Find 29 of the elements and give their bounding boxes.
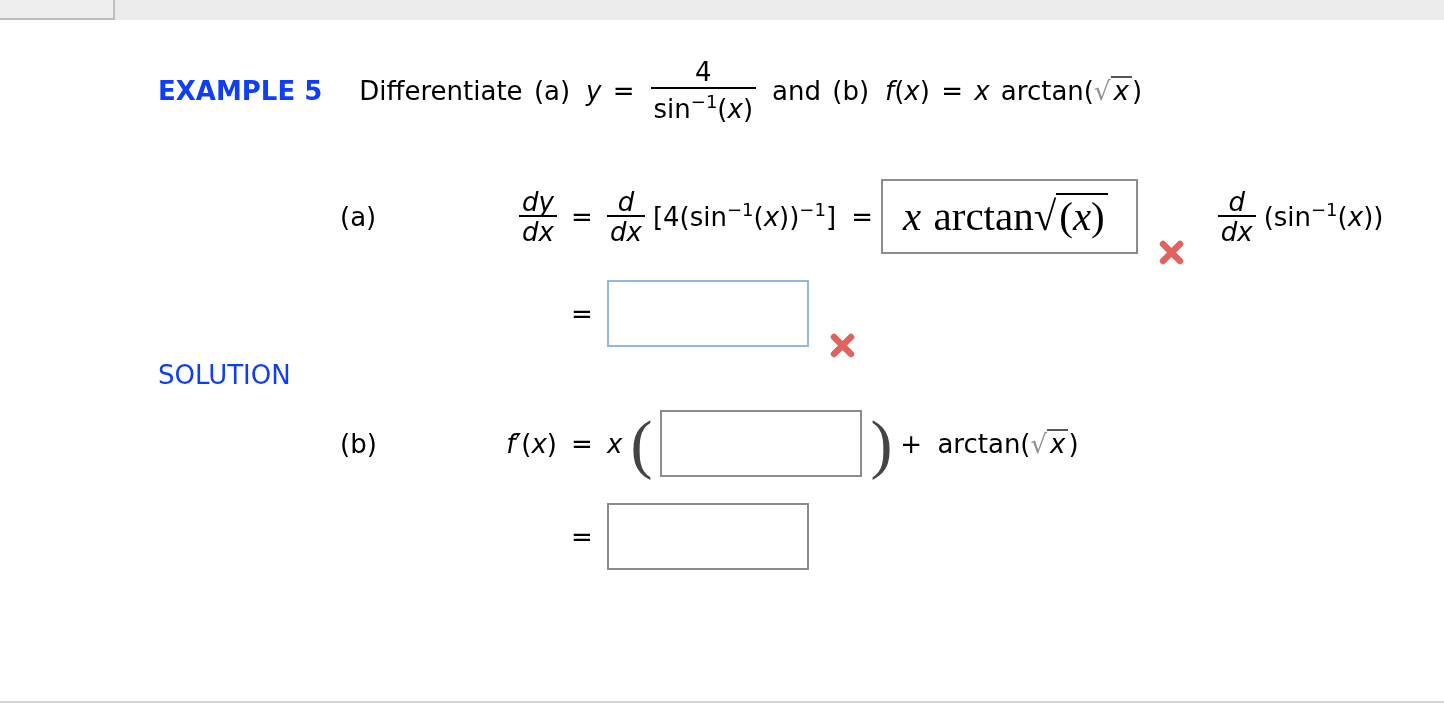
- equals-sign: =: [571, 201, 593, 232]
- answer-box[interactable]: [607, 503, 809, 570]
- example-label: EXAMPLE 5: [158, 75, 323, 106]
- fraction-denominator: dx: [521, 216, 555, 245]
- problem-text: y =: [586, 75, 635, 106]
- answer-box[interactable]: [607, 280, 809, 347]
- answer-box[interactable]: x arctan√(x): [881, 179, 1138, 254]
- problem-text: and (b): [772, 75, 870, 106]
- equals-sign: =: [571, 298, 593, 329]
- problem-text: f(x) = x arctan(√x): [885, 75, 1143, 106]
- answer-box[interactable]: [660, 410, 863, 477]
- fraction-numerator: d: [607, 188, 645, 217]
- fraction-numerator: 4: [650, 57, 757, 89]
- problem-text: Differentiate (a): [359, 75, 571, 106]
- part-label: (b): [340, 428, 377, 459]
- fraction-denominator: dx: [1219, 216, 1254, 245]
- equals-sign: =: [571, 428, 593, 459]
- part-label: (a): [340, 201, 377, 232]
- math-text: (sin$^{−1}$(x)): [1263, 201, 1384, 232]
- math-text: x: [607, 428, 623, 459]
- fraction-denominator: sin$^{−1}$(x): [652, 90, 755, 124]
- fraction-numerator: d: [1217, 188, 1256, 217]
- fraction-denominator: dx: [609, 216, 643, 245]
- fraction-numerator: dy: [519, 188, 557, 217]
- math-text: + arctan(√x): [900, 428, 1079, 459]
- solution-label: SOLUTION: [158, 360, 292, 390]
- math-text: f′(x): [506, 428, 557, 459]
- math-text: [4(sin$^{−1}$(x))$^{−1}$] =: [652, 201, 874, 232]
- equals-sign: =: [571, 521, 593, 552]
